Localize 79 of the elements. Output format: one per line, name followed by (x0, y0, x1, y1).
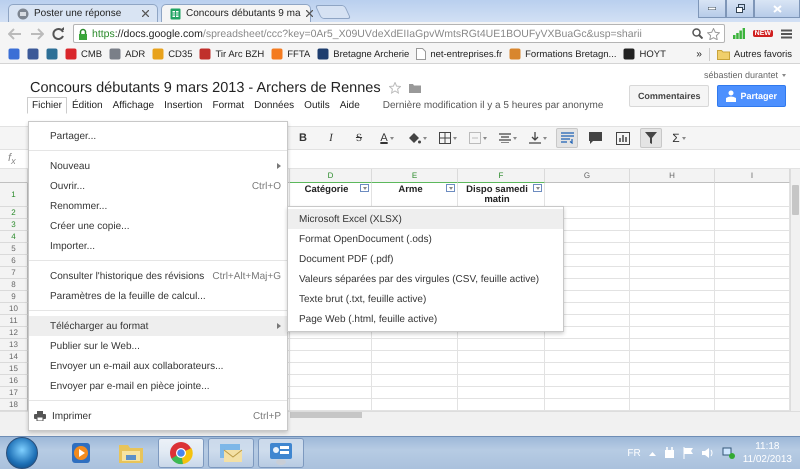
more-bookmarks[interactable]: » (696, 48, 702, 60)
italic-button[interactable]: I (320, 128, 342, 148)
column-header[interactable]: H (630, 169, 715, 183)
bookmark-link[interactable]: ADR (109, 48, 146, 60)
menu-option[interactable]: Partager... (29, 126, 287, 146)
menu-item[interactable]: Affichage (108, 97, 160, 114)
menu-option[interactable]: Page Web (.html, feuille active) (288, 309, 563, 329)
row-header[interactable]: 15 (0, 363, 28, 375)
header-cell-text: Arme (397, 185, 424, 195)
url-text: https://docs.google.com/spreadsheet/ccc?key=0Ar5_X09UVdeXdEIIaGpvWmtsRGt4UE1BOUFyVXBuaGc&usp=sharii (92, 28, 643, 40)
comments-button[interactable]: Commentaires (628, 85, 710, 107)
browser-tab[interactable]: Poster une réponse (8, 4, 158, 22)
menu-option[interactable]: Ouvrir... Ctrl+O (29, 176, 287, 196)
functions-button[interactable]: Σ (668, 128, 690, 148)
header-cell-text: Dispo samedi matin (465, 185, 529, 205)
column-header[interactable]: G (545, 169, 630, 183)
row-header[interactable]: 12 (0, 327, 28, 339)
bookmark-link[interactable]: CMB (65, 48, 102, 60)
row-header[interactable]: 5 (0, 243, 28, 255)
menu-option[interactable]: Envoyer par e-mail en pièce jointe... (29, 376, 287, 396)
bookmark-link[interactable]: net-entreprises.fr (416, 48, 502, 60)
menu-option[interactable]: Valeurs séparées par des virgules (CSV, feuille active) (288, 269, 563, 289)
last-edit-text[interactable]: Dernière modification il y a 5 heures par anonyme (382, 100, 604, 111)
bookmark-link[interactable]: Formations Bretagn... (509, 48, 616, 60)
document-title[interactable]: Concours débutants 9 mars 2013 - Archers de Rennes (30, 80, 381, 96)
text-color-button[interactable]: A (376, 128, 398, 148)
menu-option[interactable]: Format OpenDocument (.ods) (288, 229, 563, 249)
menu-item[interactable]: Aide (334, 97, 365, 114)
header-cell-text: Catégorie (304, 185, 350, 195)
menu-option[interactable]: Microsoft Excel (XLSX) (288, 209, 563, 229)
bookmark-link[interactable]: Bretagne Archerie (317, 48, 410, 60)
row-header[interactable]: 13 (0, 339, 28, 351)
address-field[interactable]: https://docs.google.com/spreadsheet/ccc?key=0Ar5_X09UVdeXdEIIaGpvWmtsRGt4UE1BOUFyVXBuaGc&usp=sharii (73, 24, 725, 43)
menu-option[interactable]: Importer... (29, 236, 287, 256)
menu-item[interactable]: Insertion (159, 97, 208, 114)
menu-option[interactable]: Document PDF (.pdf) (288, 249, 563, 269)
menu-item[interactable]: Format (207, 97, 250, 114)
bookmark-folder[interactable]: Autres favoris (716, 48, 792, 60)
strikethrough-button[interactable]: S (348, 128, 370, 148)
row-header[interactable]: 3 (0, 219, 28, 231)
menu-option[interactable]: Nouveau (29, 156, 287, 176)
row-header[interactable]: 9 (0, 291, 28, 303)
menu-option[interactable]: Envoyer un e-mail aux collaborateurs... (29, 356, 287, 376)
row-header[interactable]: 17 (0, 387, 28, 399)
menu-option[interactable]: Publier sur le Web... (29, 336, 287, 356)
menu-item[interactable]: Édition (67, 97, 108, 114)
menu-option[interactable]: Texte brut (.txt, feuille active) (288, 289, 563, 309)
column-header[interactable]: E (372, 169, 458, 183)
browser-tab[interactable]: Concours débutants 9 ma (161, 4, 311, 22)
bookmark-link[interactable]: Tir Arc BZH (199, 48, 264, 60)
menu-item[interactable]: Fichier (27, 97, 68, 114)
menu-item[interactable]: Outils (299, 97, 335, 114)
row-header[interactable]: 10 (0, 303, 28, 315)
formula-label: f$_{x}$ (8, 152, 16, 166)
account-menu[interactable]: sébastien durantet (704, 70, 786, 80)
row-header[interactable]: 14 (0, 351, 28, 363)
menu-option[interactable]: Imprimer Ctrl+P (29, 406, 287, 426)
row-header[interactable]: 16 (0, 375, 28, 387)
column-header[interactable]: I (715, 169, 790, 183)
row-header[interactable]: 11 (0, 315, 28, 327)
menu-item[interactable]: Données (249, 97, 300, 114)
menu-option[interactable]: Consulter l'historique des révisions Ctrl+Alt+Maj+G (29, 266, 287, 286)
column-header[interactable]: F (458, 169, 545, 183)
bold-button[interactable]: B (292, 128, 314, 148)
row-header[interactable]: 7 (0, 267, 28, 279)
column-header[interactable]: D (290, 169, 372, 183)
bookmark-link[interactable]: CD35 (152, 48, 192, 60)
bookmark-link[interactable]: FFTA (271, 48, 310, 60)
row-header[interactable]: 6 (0, 255, 28, 267)
row-header[interactable]: 1 (0, 183, 28, 207)
bookmark-link[interactable]: HOYT (623, 48, 666, 60)
menu-option[interactable]: Créer une copie... (29, 216, 287, 236)
row-header[interactable]: 2 (0, 207, 28, 219)
row-header[interactable]: 18 (0, 399, 28, 411)
row-header[interactable]: 4 (0, 231, 28, 243)
menu-option[interactable]: Télécharger au format (29, 316, 287, 336)
menu-option[interactable]: Paramètres de la feuille de calcul... (29, 286, 287, 306)
menu-option[interactable]: Renommer... (29, 196, 287, 216)
row-header[interactable]: 8 (0, 279, 28, 291)
